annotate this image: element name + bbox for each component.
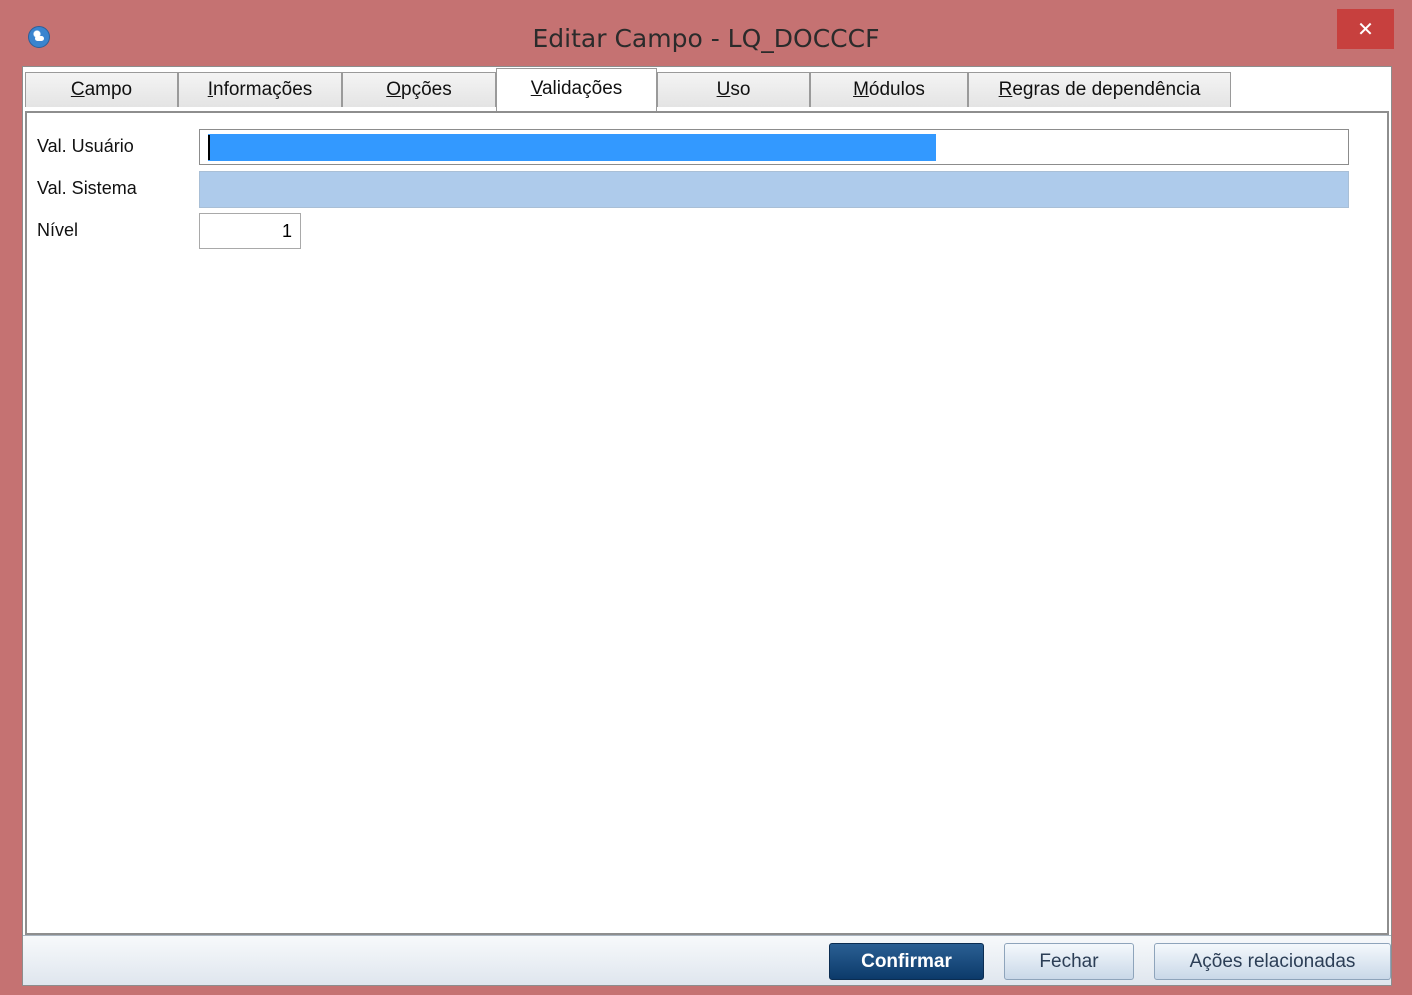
- tab-opcoes-label: pções: [401, 79, 452, 100]
- tab-validacoes[interactable]: Validações: [496, 68, 657, 111]
- dialog-body: Campo Informações Opções Validações Uso …: [22, 66, 1392, 986]
- tab-regras-mnemonic: R: [998, 79, 1013, 100]
- button-bar: Confirmar Fechar Ações relacionadas: [23, 935, 1391, 985]
- tab-modulos-label: ódulos: [868, 79, 925, 100]
- confirm-button[interactable]: Confirmar: [829, 943, 984, 980]
- tab-validacoes-mnemonic: V: [530, 78, 542, 99]
- text-selection-highlight: [208, 134, 936, 161]
- level-label: Nível: [37, 220, 79, 240]
- level-input[interactable]: 1: [199, 213, 301, 249]
- title-bar[interactable]: Editar Campo - LQ_DOCCCF ✕: [0, 0, 1412, 68]
- user-validation-input[interactable]: [199, 129, 1349, 165]
- window-title: Editar Campo - LQ_DOCCCF: [532, 24, 880, 53]
- tab-uso-mnemonic: U: [716, 79, 731, 100]
- validations-panel: Val. Usuário Val. Sistema Nível 1: [25, 111, 1389, 935]
- related-actions-button[interactable]: Ações relacionadas: [1154, 943, 1391, 980]
- tab-validacoes-label: alidações: [541, 78, 623, 99]
- tab-uso-label: so: [730, 79, 751, 100]
- system-validation-input[interactable]: [199, 171, 1349, 208]
- dialog-window: Editar Campo - LQ_DOCCCF ✕ Campo Informa…: [0, 0, 1412, 995]
- system-validation-label: Val. Sistema: [37, 178, 137, 198]
- tab-strip: Campo Informações Opções Validações Uso …: [23, 67, 1391, 113]
- tab-campo-mnemonic: C: [70, 79, 85, 100]
- tab-regras-label: egras de dependência: [1012, 79, 1201, 100]
- close-button[interactable]: Fechar: [1004, 943, 1134, 980]
- close-window-button[interactable]: ✕: [1337, 9, 1394, 49]
- tab-regras-de-dependencia[interactable]: Regras de dependência: [968, 72, 1231, 107]
- tab-campo-label: ampo: [84, 79, 133, 100]
- tab-modulos-mnemonic: M: [853, 79, 869, 100]
- tab-modulos[interactable]: Módulos: [810, 72, 968, 107]
- tab-opcoes-mnemonic: O: [386, 79, 402, 100]
- tab-informacoes[interactable]: Informações: [178, 72, 342, 107]
- tab-informacoes-label: nformações: [213, 79, 313, 100]
- user-validation-label: Val. Usuário: [37, 136, 134, 156]
- tab-campo[interactable]: Campo: [25, 72, 178, 107]
- tab-uso[interactable]: Uso: [657, 72, 810, 107]
- text-caret: [208, 135, 210, 160]
- tab-opcoes[interactable]: Opções: [342, 72, 496, 107]
